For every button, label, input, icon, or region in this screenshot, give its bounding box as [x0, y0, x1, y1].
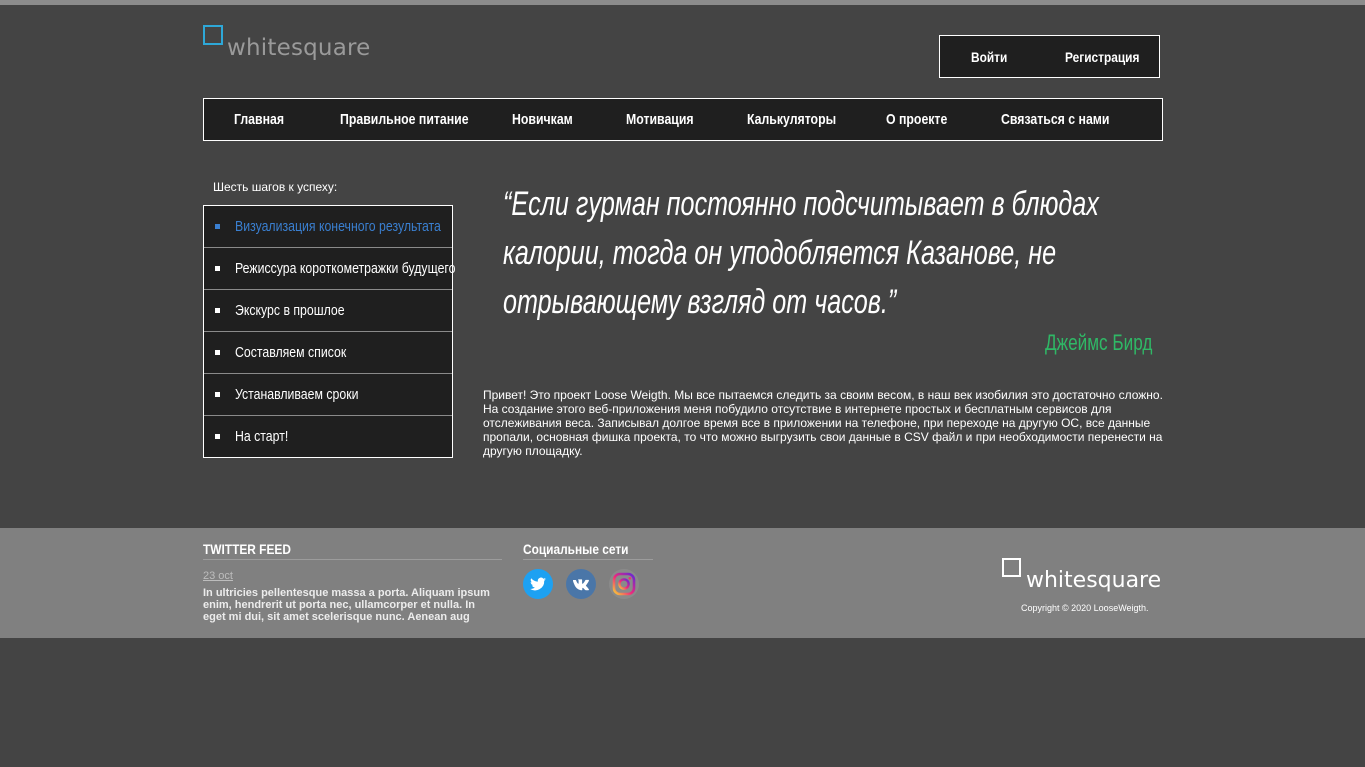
logo-square-icon [1002, 558, 1021, 577]
tweet-date-link[interactable]: 23 oct [203, 570, 233, 582]
steps-list: Визуализация конечного результата Режисс… [203, 205, 456, 458]
quote-line: калории, тогда он уподобляется Казанове,… [503, 234, 1057, 272]
social-title: Социальные сети [523, 541, 629, 557]
bullet-icon [215, 308, 220, 313]
bullet-icon [215, 350, 220, 355]
footer: TWITTER FEED 23 oct In ultricies pellent… [0, 528, 1365, 638]
step-item-past[interactable]: Экскурс в прошлое [204, 290, 452, 332]
nav-item-about[interactable]: О проекте [886, 99, 947, 140]
step-label: Составляем список [235, 344, 347, 361]
quote-block: “Если гурман постоянно подсчитывает в бл… [503, 180, 1143, 327]
sidebar-title: Шесть шагов к успеху: [213, 180, 338, 194]
step-item-visualization[interactable]: Визуализация конечного результата [204, 206, 452, 248]
step-item-list[interactable]: Составляем список [204, 332, 452, 374]
top-stripe [0, 0, 1365, 5]
footer-logo[interactable]: whitesquare [1002, 558, 1172, 594]
quote-line: отрывающему взгляд от часов.” [503, 283, 897, 321]
footer-logo-text: whitesquare [1026, 568, 1162, 593]
divider [203, 559, 502, 560]
nav-item-nutrition[interactable]: Правильное питание [340, 99, 469, 140]
step-item-deadlines[interactable]: Устанавливаем сроки [204, 374, 452, 416]
bullet-icon [215, 266, 220, 271]
step-item-directing[interactable]: Режиссура короткометражки будущего [204, 248, 456, 290]
bullet-icon [215, 224, 220, 229]
bullet-icon [215, 434, 220, 439]
step-label: На старт! [235, 428, 289, 445]
step-label: Режиссура короткометражки будущего [235, 260, 456, 277]
copyright: Copyright © 2020 LooseWeigth. [1021, 603, 1149, 613]
tweet-text: In ultricies pellentesque massa a porta.… [203, 587, 490, 623]
nav-item-motivation[interactable]: Мотивация [626, 99, 694, 140]
bullet-icon [215, 392, 220, 397]
nav-item-home[interactable]: Главная [234, 99, 284, 140]
nav-item-beginners[interactable]: Новичкам [512, 99, 573, 140]
register-button[interactable]: Регистрация [1065, 36, 1139, 77]
logo-square-icon [203, 25, 223, 45]
divider [523, 559, 653, 560]
step-label: Экскурс в прошлое [235, 302, 345, 319]
nav-item-contact[interactable]: Связаться с нами [1001, 99, 1109, 140]
step-item-start[interactable]: На старт! [204, 416, 452, 457]
quote-line: “Если гурман постоянно подсчитывает в бл… [503, 185, 1099, 223]
step-label: Устанавливаем сроки [235, 386, 359, 403]
twitter-icon[interactable] [523, 569, 553, 599]
vk-icon[interactable] [566, 569, 596, 599]
auth-box: Войти Регистрация [939, 35, 1160, 78]
logo-text: whitesquare [227, 35, 371, 61]
main-nav: Главная Правильное питание Новичкам Моти… [203, 98, 1163, 141]
about-text: Привет! Это проект Loose Weigth. Мы все … [483, 388, 1163, 458]
header-logo[interactable]: whitesquare [203, 25, 403, 65]
twitter-feed-title: TWITTER FEED [203, 541, 291, 557]
quote-author: Джеймс Бирд [1045, 330, 1153, 355]
instagram-icon[interactable] [609, 569, 639, 599]
nav-item-calculators[interactable]: Калькуляторы [747, 99, 836, 140]
step-label: Визуализация конечного результата [235, 218, 441, 235]
login-button[interactable]: Войти [971, 36, 1007, 77]
